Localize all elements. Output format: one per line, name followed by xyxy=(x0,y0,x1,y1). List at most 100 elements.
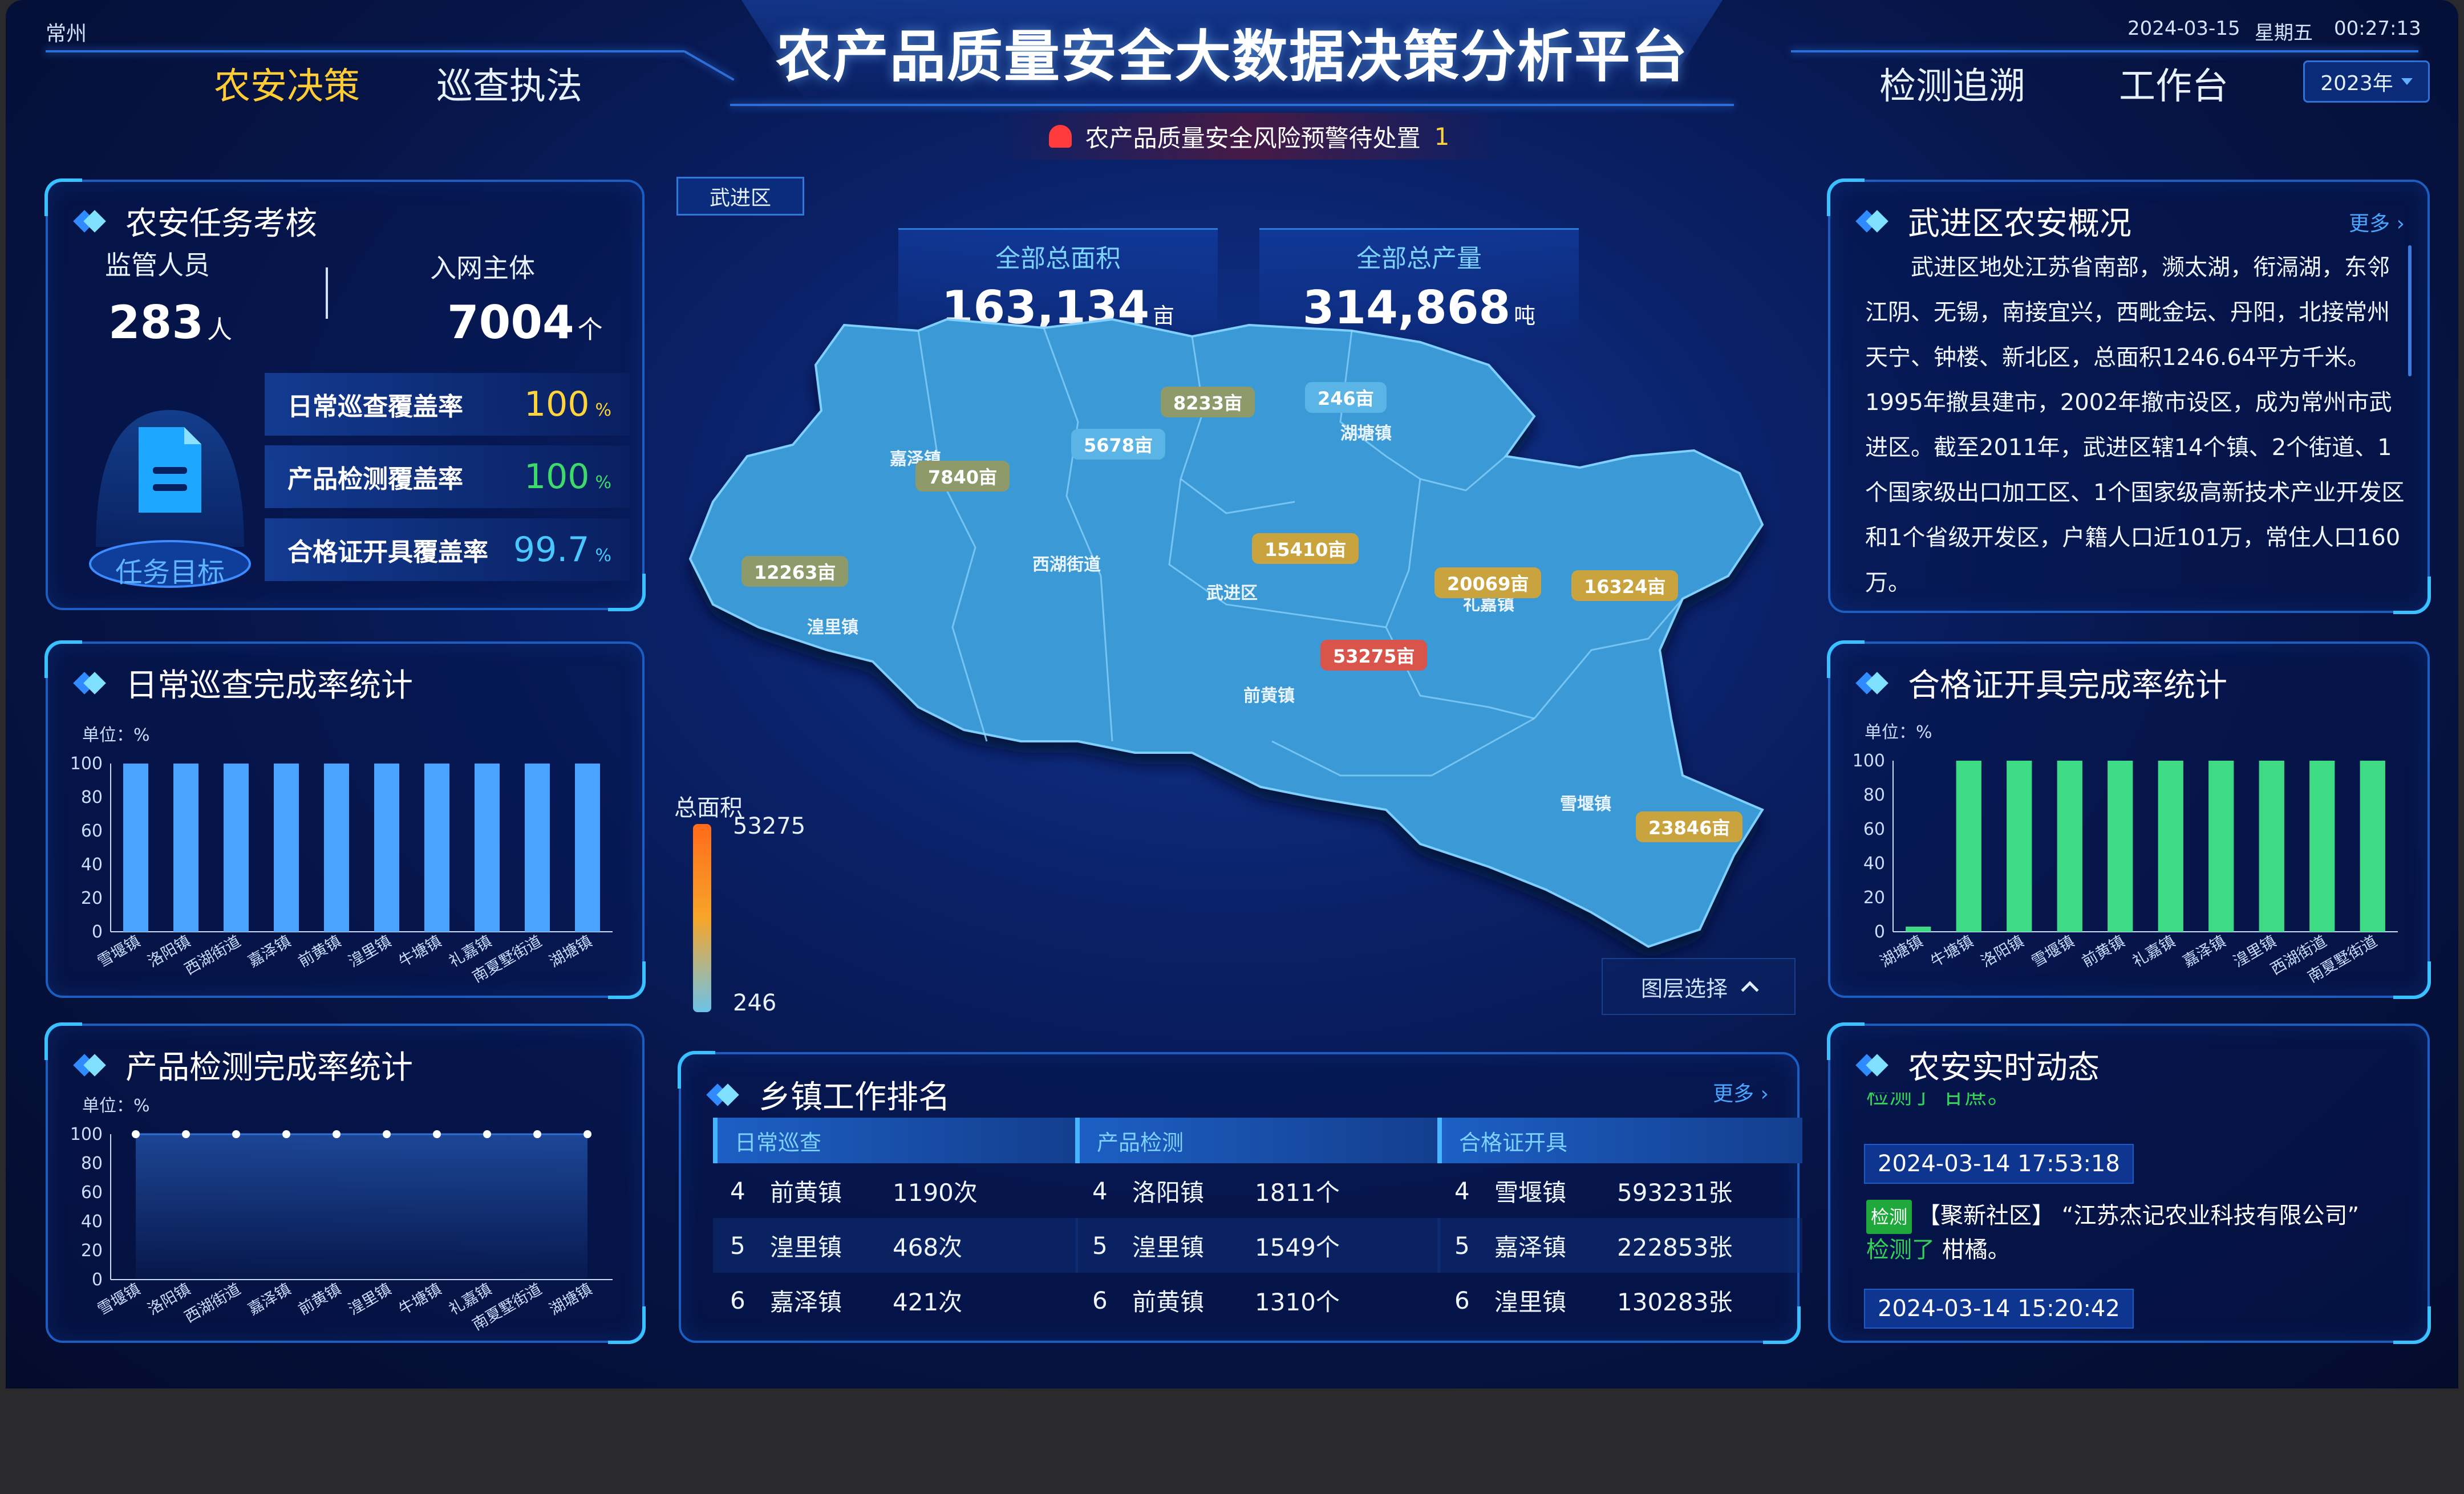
product-chart-title: 产品检测完成率统计 xyxy=(73,1042,413,1088)
alarm-icon xyxy=(1048,125,1072,148)
data-point xyxy=(583,1130,591,1138)
entity-value: 7004 个 xyxy=(447,296,603,349)
entity-label: 入网主体 xyxy=(430,253,535,283)
overview-more-link[interactable]: 更多 › xyxy=(2349,207,2405,237)
y-tick-label: 20 xyxy=(81,1241,103,1261)
y-tick-label: 40 xyxy=(81,855,103,875)
y-tick-label: 20 xyxy=(81,888,103,908)
bar xyxy=(2259,761,2284,932)
header-line-left-slope xyxy=(684,50,735,81)
nav-detection-trace[interactable]: 检测追溯 xyxy=(1879,57,2025,109)
certificate-chart-title-text: 合格证开具完成率统计 xyxy=(1908,667,2227,704)
bar xyxy=(525,764,550,932)
year-select[interactable]: 2023年 xyxy=(2303,60,2430,103)
product-area-chart: 单位：%020406080100雪堰镇 洛阳镇西湖街道 嘉泽镇 前黄镇 湟里镇 牛塘镇 礼嘉… xyxy=(70,1096,613,1334)
y-tick-label: 100 xyxy=(70,754,103,774)
patrol-bar-chart: 单位：%020406080100雪堰镇 洛阳镇西湖街道 嘉泽镇 前黄镇 湟里镇 牛塘镇 礼嘉… xyxy=(70,725,613,986)
rank-row: 5 湟里镇 468次 xyxy=(713,1218,1078,1273)
category-label: 湖塘镇 xyxy=(546,1280,595,1318)
bar xyxy=(1956,761,1981,932)
product-chart-panel: 产品检测完成率统计 单位：% 0 20 40 60 80 100 雪堰镇 洛阳镇 西湖街道 嘉泽镇前… xyxy=(44,1022,646,1344)
assessment-title: 农安任务考核 xyxy=(73,198,317,244)
date-label: 2024-03-15 xyxy=(2127,17,2240,40)
map-label-huangli: 湟里镇 xyxy=(807,618,858,638)
diamond-icon xyxy=(1855,209,1893,233)
category-label: 礼嘉镇 xyxy=(2130,932,2179,971)
map-area-pill[interactable]: 15410亩 xyxy=(1252,533,1359,564)
diamond-icon xyxy=(1855,1053,1893,1077)
nav-nongan-decision[interactable]: 农安决策 xyxy=(214,57,360,109)
bar xyxy=(173,764,198,932)
bar xyxy=(2309,761,2335,932)
bar xyxy=(274,764,299,932)
map-area-pill[interactable]: 8233亩 xyxy=(1161,387,1255,417)
data-point xyxy=(483,1130,491,1138)
rank-column-head: 产品检测 xyxy=(1075,1118,1440,1163)
realtime-partial-entry: 检测了 甘蔗。 xyxy=(1866,1093,2011,1107)
bar xyxy=(424,764,449,932)
divider xyxy=(326,267,328,319)
nav-patrol-enforcement[interactable]: 巡查执法 xyxy=(436,57,582,109)
overview-scrollbar[interactable] xyxy=(2408,245,2412,376)
ranking-title-text: 乡镇工作排名 xyxy=(759,1079,950,1116)
y-tick-label: 60 xyxy=(81,1183,103,1203)
layer-select[interactable]: 图层选择 xyxy=(1602,958,1796,1015)
map-area-pill[interactable]: 53275亩 xyxy=(1320,640,1428,671)
bar xyxy=(2360,761,2385,932)
category-label: 湟里镇 xyxy=(346,932,395,971)
task-target[interactable]: 任务目标 xyxy=(84,376,256,598)
rank-row: 4 前黄镇 1190次 xyxy=(730,1176,978,1207)
total-area-label: 全部总面积 xyxy=(995,244,1121,273)
map-area-pill[interactable]: 20069亩 xyxy=(1434,567,1542,598)
category-label: 洛阳镇 xyxy=(1978,932,2027,971)
y-tick-label: 0 xyxy=(1874,922,1885,942)
risk-alert-banner[interactable]: 农产品质量安全风险预警待处置 1 xyxy=(992,113,1506,160)
category-label: 雪堰镇 xyxy=(2029,932,2078,971)
data-point xyxy=(132,1130,140,1138)
realtime-entry: 检测 【聚新社区】 “江苏杰记农业科技有限公司” 检测了 柑橘。 xyxy=(1866,1200,2414,1266)
rate-value: 99.7% xyxy=(513,530,611,570)
category-label: 牛塘镇 xyxy=(396,1280,445,1318)
total-output-label: 全部总产量 xyxy=(1356,244,1482,273)
patrol-chart-title-text: 日常巡查完成率统计 xyxy=(125,667,413,704)
map-area-pill[interactable]: 12263亩 xyxy=(741,556,849,587)
y-tick-label: 80 xyxy=(81,1154,103,1174)
map-area-pill[interactable]: 5678亩 xyxy=(1071,429,1166,460)
bar xyxy=(2007,761,2032,932)
rank-row: 4 洛阳镇 1811个 xyxy=(1092,1176,1340,1207)
map-label-qianhuang: 前黄镇 xyxy=(1243,686,1295,706)
bottom-bar xyxy=(0,1389,2464,1494)
data-point xyxy=(433,1130,441,1138)
category-label: 湖塘镇 xyxy=(546,932,595,971)
legend-title: 总面积 xyxy=(674,795,743,821)
category-label: 牛塘镇 xyxy=(396,932,445,971)
chevron-up-icon xyxy=(1741,981,1759,999)
map-area-pill[interactable]: 7840亩 xyxy=(915,461,1010,492)
assessment-title-text: 农安任务考核 xyxy=(125,205,317,242)
area-fill xyxy=(136,1134,587,1280)
ranking-more-link[interactable]: 更多 › xyxy=(1713,1077,1769,1107)
bar xyxy=(475,764,500,932)
y-tick-label: 100 xyxy=(1853,751,1885,771)
rank-row: 6 嘉泽镇 421次 xyxy=(730,1286,963,1316)
header-line-center xyxy=(730,104,1734,106)
weekday-label: 星期五 xyxy=(2255,22,2313,44)
map-area-pill[interactable]: 246亩 xyxy=(1305,382,1387,413)
rank-row: 6 湟里镇 130283张 xyxy=(1454,1286,1733,1316)
nav-workbench[interactable]: 工作台 xyxy=(2119,57,2228,109)
assessment-panel: 农安任务考核 监管人员 283 人 入网主体 7004 个 任务目标 日常巡查覆盖率… xyxy=(44,178,646,611)
rank-column-certificate: 合格证开具 4 雪堰镇 593231张 5 嘉泽镇 222853张 6 湟里镇 130283… xyxy=(1437,1118,1802,1327)
header-line-right xyxy=(1791,50,2418,52)
rate-value: 100% xyxy=(524,457,611,497)
map-area-pill[interactable]: 16324亩 xyxy=(1571,570,1679,601)
realtime-timestamp: 2024-03-14 15:20:42 xyxy=(1864,1289,2134,1329)
map-area-pill[interactable]: 23846亩 xyxy=(1636,811,1743,842)
certificate-chart-title: 合格证开具完成率统计 xyxy=(1855,660,2227,706)
staff-value: 283 人 xyxy=(108,296,232,349)
bar xyxy=(2158,761,2183,932)
district-selector[interactable]: 武进区 xyxy=(676,177,804,216)
map-label-xueyan: 雪堰镇 xyxy=(1560,794,1611,814)
legend-gradient xyxy=(693,824,711,1012)
y-tick-label: 40 xyxy=(81,1212,103,1232)
alert-count: 1 xyxy=(1434,122,1450,151)
